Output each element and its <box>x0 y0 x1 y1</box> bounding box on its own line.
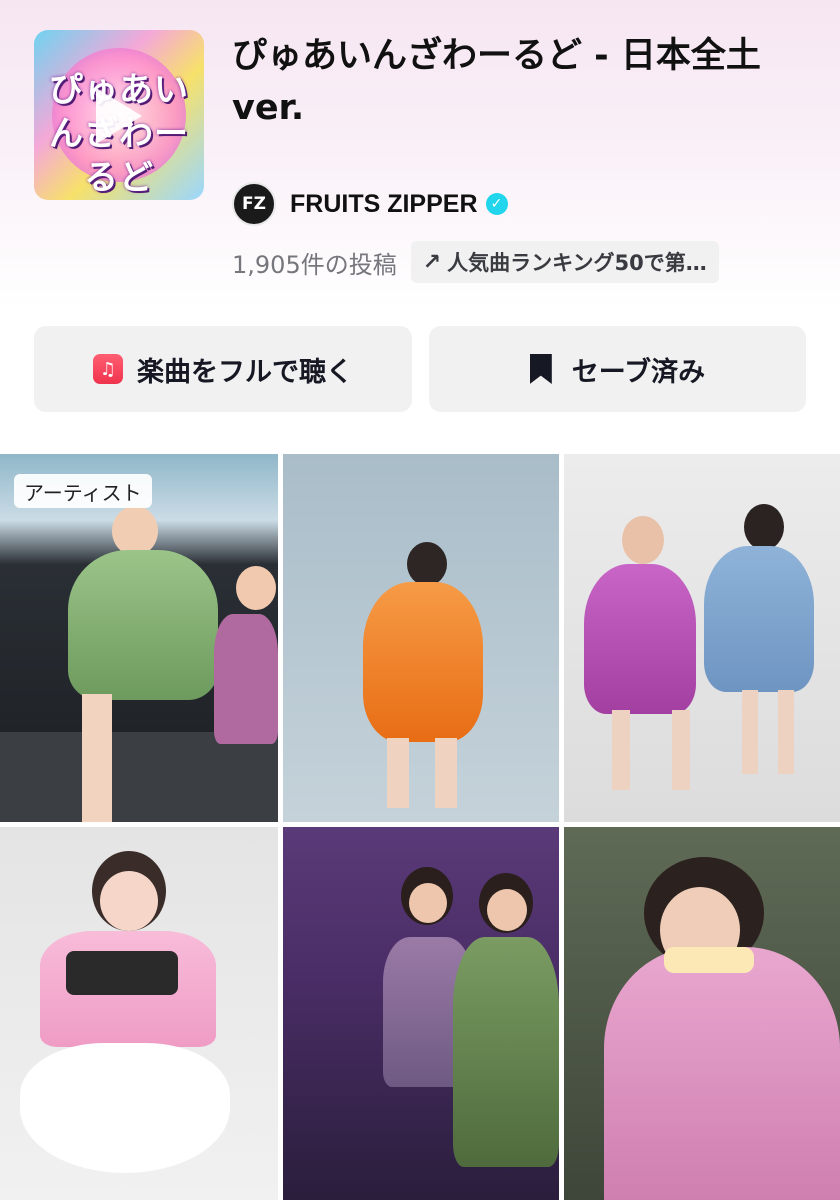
trending-up-icon: ↗ <box>422 249 442 275</box>
post-count: 1,905件の投稿 <box>232 250 397 279</box>
ranking-chip[interactable]: ↗ 人気曲ランキング50で第… <box>410 241 719 283</box>
listen-full-song-button[interactable]: ♫ 楽曲をフルで聴く <box>34 326 412 412</box>
video-thumbnail[interactable] <box>564 454 840 822</box>
video-thumbnail[interactable] <box>0 827 278 1200</box>
sound-cover-art[interactable]: ぴゅあいんざわーるど <box>34 30 204 200</box>
video-thumbnail[interactable] <box>283 827 559 1200</box>
video-thumbnail[interactable] <box>283 454 559 822</box>
artist-avatar[interactable]: FZ <box>232 182 276 226</box>
video-thumbnail[interactable] <box>564 827 840 1200</box>
artist-badge: アーティスト <box>14 474 152 508</box>
ranking-chip-label: 人気曲ランキング50で第… <box>447 251 707 275</box>
saved-button[interactable]: セーブ済み <box>429 326 806 412</box>
stats-row: 1,905件の投稿 ↗ 人気曲ランキング50で第… <box>232 240 719 284</box>
apple-music-icon: ♫ <box>93 354 123 384</box>
bookmark-icon <box>529 354 552 384</box>
artist-row[interactable]: FZ FRUITS ZIPPER ✓ <box>232 182 508 226</box>
listen-full-song-label: 楽曲をフルで聴く <box>137 356 353 388</box>
saved-label: セーブ済み <box>571 356 706 388</box>
play-icon[interactable] <box>96 88 142 144</box>
video-thumbnail[interactable]: アーティスト <box>0 454 278 822</box>
artist-name[interactable]: FRUITS ZIPPER <box>290 190 478 219</box>
sound-title: ぴゅあいんざわーるど - 日本全土 ver. <box>232 36 761 128</box>
video-grid: アーティスト <box>0 454 840 1200</box>
verified-badge-icon: ✓ <box>485 193 508 215</box>
